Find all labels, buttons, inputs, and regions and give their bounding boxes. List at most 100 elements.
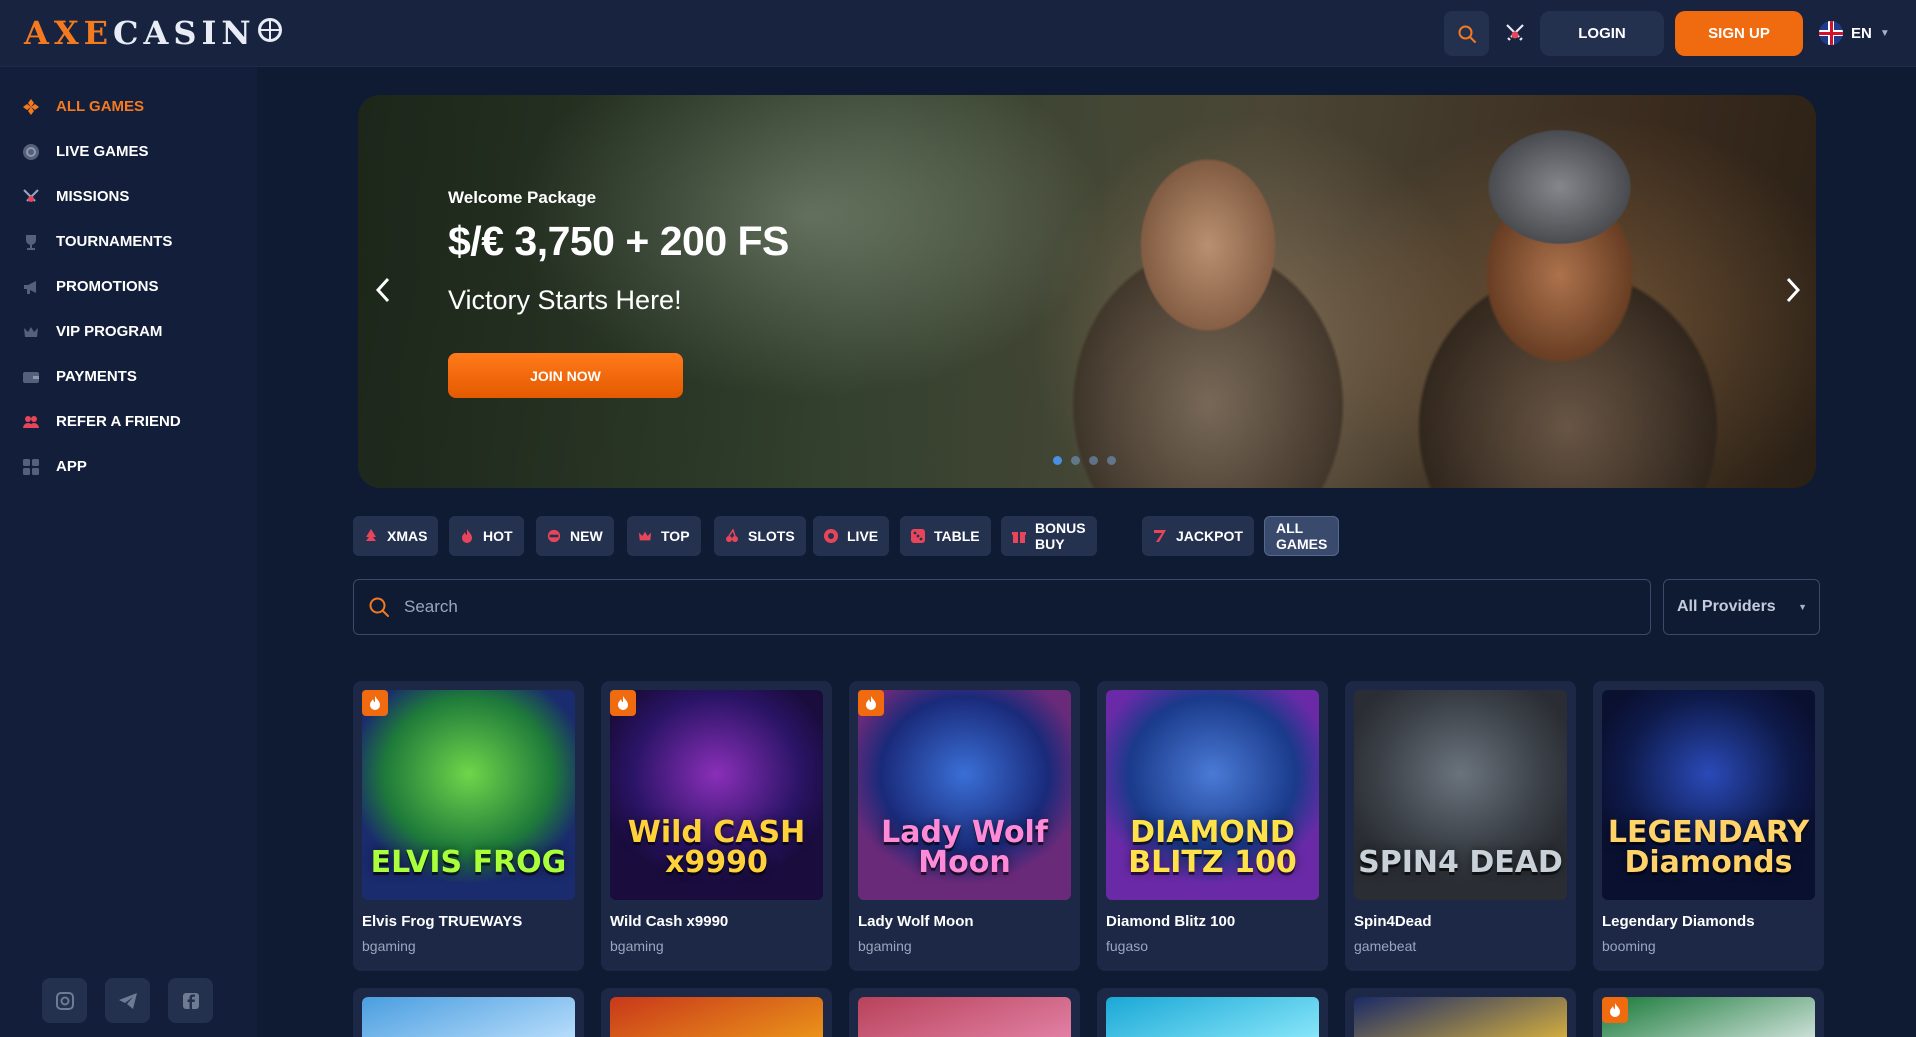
banner-art-viking [1358, 115, 1778, 488]
app-grid-icon [22, 458, 40, 476]
tree-icon [364, 529, 378, 543]
game-card[interactable] [601, 988, 832, 1037]
banner-prev-button[interactable] [368, 270, 398, 310]
banner-dot[interactable] [1053, 456, 1062, 465]
chip-jackpot[interactable]: JACKPOT [1142, 516, 1254, 556]
dice-icon [911, 529, 925, 543]
axecasino-logo[interactable]: AXECASIN [24, 14, 282, 52]
banner-dot[interactable] [1089, 456, 1098, 465]
chip-slots[interactable]: SLOTS [714, 516, 806, 556]
telegram-button[interactable] [105, 978, 150, 1023]
login-button[interactable]: LOGIN [1540, 11, 1664, 56]
game-title[interactable]: Spin4Dead [1354, 913, 1432, 930]
wallet-icon [22, 368, 40, 386]
chevron-right-icon [1786, 277, 1801, 303]
chip-top[interactable]: TOP [627, 516, 701, 556]
chip-hot[interactable]: HOT [449, 516, 524, 556]
game-thumbnail[interactable]: Lady Wolf Moon [858, 690, 1071, 900]
search-icon [369, 597, 389, 617]
sidebar-item-refer-a-friend[interactable]: REFER A FRIEND [0, 399, 257, 444]
sidebar-item-live-games[interactable]: LIVE GAMES [0, 129, 257, 174]
game-card[interactable]: ELVIS FROG Elvis Frog TRUEWAYS bgaming [353, 681, 584, 971]
all-games-icon [22, 98, 40, 116]
chip-live[interactable]: LIVE [813, 516, 890, 556]
game-card[interactable] [353, 988, 584, 1037]
game-art-title: Lady Wolf Moon [881, 815, 1048, 880]
header-search-button[interactable] [1444, 11, 1489, 56]
search-placeholder: Search [404, 597, 458, 616]
new-badge-icon [547, 529, 561, 543]
sidebar-item-vip-program[interactable]: VIP PROGRAM [0, 309, 257, 354]
game-thumbnail[interactable]: ELVIS FROG [362, 690, 575, 900]
chip-table[interactable]: TABLE [900, 516, 991, 556]
game-thumbnail[interactable]: SPIN4 DEAD [1354, 690, 1567, 900]
crossed-swords-icon [1506, 24, 1524, 41]
game-card[interactable] [849, 988, 1080, 1037]
game-title[interactable]: Wild Cash x9990 [610, 913, 728, 930]
facebook-button[interactable] [168, 978, 213, 1023]
chevron-down-icon: ▼ [1879, 27, 1890, 39]
game-art-title: LEGENDARY Diamonds [1607, 815, 1810, 880]
game-card[interactable]: DIAMOND BLITZ 100 Diamond Blitz 100 fugaso [1097, 681, 1328, 971]
sidebar-item-promotions[interactable]: PROMOTIONS [0, 264, 257, 309]
hot-badge [858, 690, 884, 716]
game-provider: bgaming [362, 938, 416, 954]
game-card[interactable]: SPIN4 DEAD Spin4Dead gamebeat [1345, 681, 1576, 971]
banner-dot[interactable] [1071, 456, 1080, 465]
chip-bonus-buy[interactable]: BONUS BUY [1001, 516, 1097, 556]
sidebar-item-payments[interactable]: PAYMENTS [0, 354, 257, 399]
game-title[interactable]: Elvis Frog TRUEWAYS [362, 913, 522, 930]
chevron-left-icon [375, 277, 390, 303]
cherry-icon [725, 529, 739, 543]
game-title[interactable]: Legendary Diamonds [1602, 913, 1755, 930]
instagram-button[interactable] [42, 978, 87, 1023]
game-thumbnail[interactable] [1106, 997, 1319, 1037]
seven-icon [1153, 529, 1167, 543]
join-now-button[interactable]: JOIN NOW [448, 353, 683, 398]
providers-dropdown[interactable]: All Providers ▼ [1663, 579, 1820, 635]
game-art-title: SPIN4 DEAD [1358, 845, 1563, 880]
banner-pagination [1053, 456, 1116, 465]
language-selector[interactable]: EN ▼ [1819, 21, 1890, 45]
chip-xmas[interactable]: XMAS [353, 516, 439, 556]
game-thumbnail[interactable]: DIAMOND BLITZ 100 [1106, 690, 1319, 900]
banner-next-button[interactable] [1778, 270, 1808, 310]
game-thumbnail[interactable] [610, 997, 823, 1037]
game-thumbnail[interactable]: LEGENDARY Diamonds [1602, 690, 1815, 900]
trophy-icon [22, 233, 40, 251]
megaphone-icon [22, 278, 40, 296]
game-thumbnail[interactable] [1354, 997, 1567, 1037]
game-card[interactable] [1593, 988, 1824, 1037]
game-thumbnail[interactable]: Wild CASH x9990 [610, 690, 823, 900]
game-thumbnail[interactable] [1602, 997, 1815, 1037]
facebook-icon [182, 992, 199, 1009]
hot-badge [610, 690, 636, 716]
instagram-icon [55, 991, 74, 1010]
game-search-input[interactable]: Search [353, 579, 1651, 635]
chip-new[interactable]: NEW [536, 516, 614, 556]
game-card[interactable]: Lady Wolf Moon Lady Wolf Moon bgaming [849, 681, 1080, 971]
game-provider: bgaming [858, 938, 912, 954]
game-title[interactable]: Diamond Blitz 100 [1106, 913, 1235, 930]
game-title[interactable]: Lady Wolf Moon [858, 913, 974, 930]
signup-button[interactable]: SIGN UP [1675, 11, 1803, 56]
hot-badge [1602, 997, 1628, 1023]
game-provider: fugaso [1106, 938, 1149, 954]
sidebar-item-tournaments[interactable]: TOURNAMENTS [0, 219, 257, 264]
live-icon [824, 529, 838, 543]
sidebar-item-all-games[interactable]: ALL GAMES [0, 84, 257, 129]
chip-all-games[interactable]: ALL GAMES [1264, 516, 1340, 556]
game-thumbnail[interactable] [362, 997, 575, 1037]
sidebar-item-missions[interactable]: MISSIONS [0, 174, 257, 219]
live-games-icon [22, 143, 40, 161]
sidebar-item-app[interactable]: APP [0, 444, 257, 489]
game-thumbnail[interactable] [858, 997, 1071, 1037]
header-missions-button[interactable] [1500, 18, 1530, 48]
game-card[interactable]: Wild CASH x9990 Wild Cash x9990 bgaming [601, 681, 832, 971]
game-card[interactable] [1097, 988, 1328, 1037]
game-provider: gamebeat [1354, 938, 1417, 954]
game-card[interactable] [1345, 988, 1576, 1037]
banner-dot[interactable] [1107, 456, 1116, 465]
flame-icon [1610, 1003, 1620, 1017]
game-card[interactable]: LEGENDARY Diamonds Legendary Diamonds boom… [1593, 681, 1824, 971]
